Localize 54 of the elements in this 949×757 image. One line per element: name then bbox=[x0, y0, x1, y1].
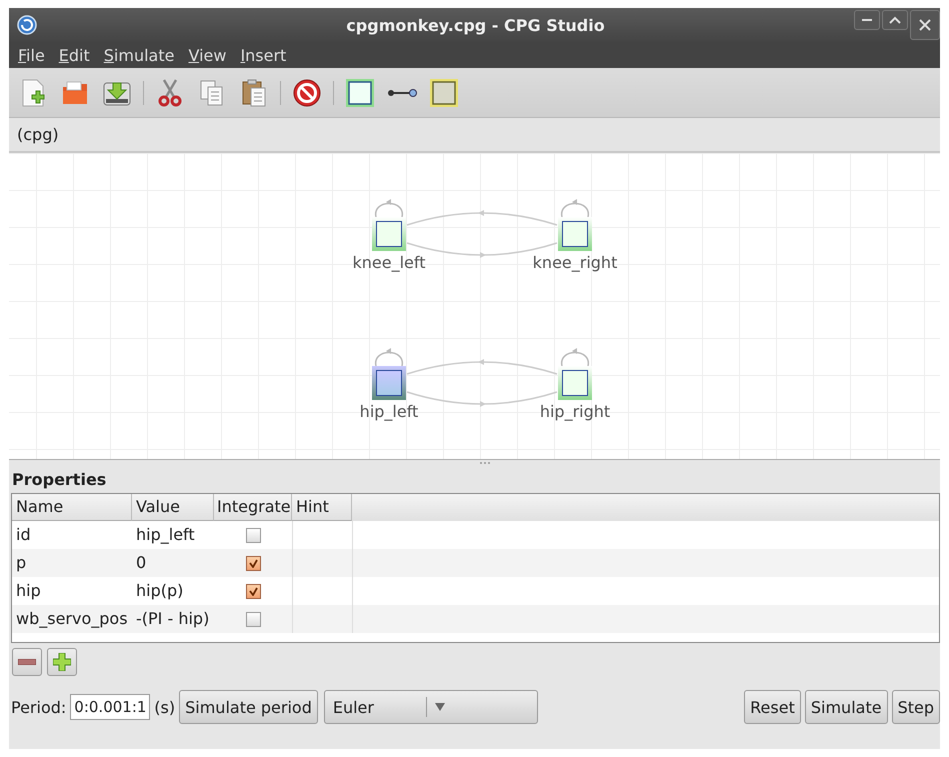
table-cell-text: p bbox=[15, 552, 28, 574]
table-row[interactable]: wb_servo_pos -(PI - hip) bbox=[12, 605, 939, 633]
remove-button[interactable] bbox=[12, 648, 42, 676]
integrator-dropdown[interactable]: Euler bbox=[324, 690, 538, 724]
graph-node[interactable] bbox=[372, 366, 406, 400]
period-field[interactable]: 0:0.001:1 bbox=[70, 694, 150, 720]
minus-icon bbox=[18, 659, 36, 665]
action-button[interactable]: Simulate bbox=[804, 690, 888, 724]
node-label: knee_left bbox=[352, 253, 426, 272]
framed-square-icon[interactable] bbox=[428, 76, 460, 108]
close-button[interactable] bbox=[910, 10, 940, 40]
table-cell-text: hip bbox=[15, 580, 42, 602]
period-label: Period: bbox=[11, 698, 66, 716]
simulate-period-button[interactable]: Simulate period bbox=[179, 690, 318, 724]
node-label: hip_left bbox=[360, 402, 418, 421]
graph-node[interactable] bbox=[558, 366, 592, 400]
close-icon bbox=[918, 18, 932, 32]
maximize-icon bbox=[889, 15, 901, 25]
table-cell-text: id bbox=[15, 524, 32, 546]
menu-item[interactable]: View bbox=[181, 46, 234, 64]
checkmark-icon bbox=[248, 558, 258, 568]
node-label: hip_right bbox=[540, 402, 610, 421]
app-logo-icon bbox=[17, 15, 37, 35]
table-cell-text: hip_left bbox=[135, 524, 196, 546]
panel-title: Properties bbox=[12, 470, 108, 489]
graph-node[interactable] bbox=[372, 217, 406, 251]
breadcrumb-label: (cpg) bbox=[17, 125, 59, 144]
dropdown-arrow-icon bbox=[434, 703, 445, 711]
table-cell-text: wb_servo_pos bbox=[15, 608, 129, 630]
table-cell-text: -(PI - hip) bbox=[135, 608, 210, 630]
menu-item[interactable]: File bbox=[11, 46, 52, 64]
integrate-checkbox[interactable] bbox=[246, 528, 260, 542]
unit-label: (s) bbox=[154, 698, 176, 716]
menu-item[interactable]: Simulate bbox=[96, 46, 182, 64]
add-button[interactable] bbox=[47, 648, 77, 676]
plus-icon bbox=[53, 653, 71, 671]
action-button[interactable]: Reset bbox=[744, 690, 801, 724]
action-button[interactable]: Step bbox=[892, 690, 940, 724]
integrate-checkbox[interactable] bbox=[246, 584, 260, 598]
maximize-button[interactable] bbox=[882, 10, 908, 30]
integrate-checkbox[interactable] bbox=[246, 556, 260, 570]
menu-item[interactable]: Edit bbox=[52, 46, 97, 64]
menu-item[interactable]: Insert bbox=[233, 46, 294, 64]
window-title: cpgmonkey.cpg - CPG Studio bbox=[345, 16, 606, 34]
graph-node[interactable] bbox=[558, 217, 592, 251]
no-entry-icon[interactable] bbox=[291, 76, 323, 108]
square-node-icon[interactable] bbox=[344, 76, 376, 108]
table-cell-text: 0 bbox=[135, 552, 148, 574]
node-label: knee_right bbox=[532, 253, 618, 272]
integrate-checkbox[interactable] bbox=[246, 612, 260, 626]
table-cell-text: hip(p) bbox=[135, 580, 184, 602]
table-row[interactable]: p 0 bbox=[12, 549, 939, 577]
minimize-button[interactable] bbox=[854, 10, 880, 30]
checkmark-icon bbox=[248, 586, 258, 596]
